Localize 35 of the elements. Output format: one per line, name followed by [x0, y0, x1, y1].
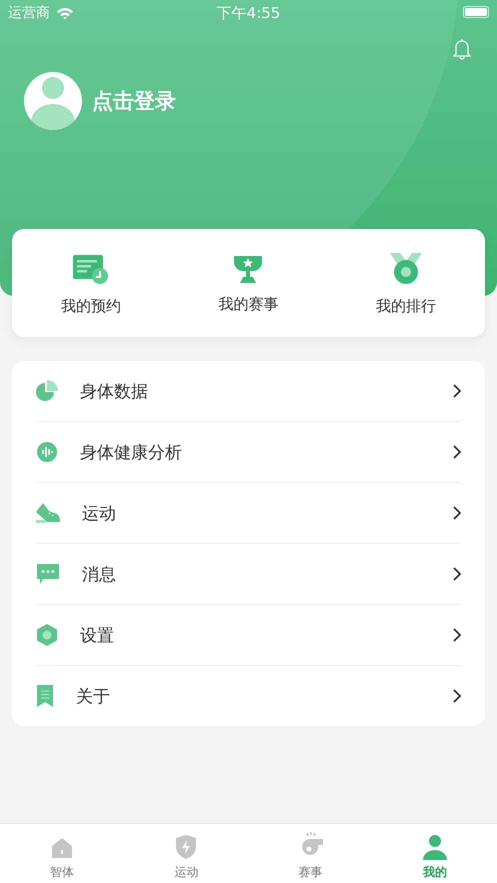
clock-time: 下午4:55 — [216, 4, 280, 22]
trophy-icon — [233, 253, 264, 283]
menu-item-label[interactable]: 运动 — [82, 502, 431, 524]
tab-label[interactable]: 赛事 — [298, 864, 323, 881]
shortcut-label[interactable]: 我的赛事 — [218, 295, 278, 314]
battery-icon — [463, 6, 489, 18]
wifi-icon — [56, 6, 74, 20]
hexagon-icon — [36, 623, 58, 647]
schedule-icon — [72, 253, 109, 285]
shortcut-label[interactable]: 我的预约 — [60, 297, 121, 316]
menu-item-label[interactable]: 设置 — [80, 624, 431, 646]
sound-wave-icon — [36, 441, 58, 463]
user-icon — [422, 834, 448, 860]
notification-bell-icon[interactable] — [453, 38, 471, 60]
chevron-right-icon — [453, 384, 461, 398]
home-icon — [50, 836, 74, 860]
shortcut-label[interactable]: 我的排行 — [376, 297, 436, 316]
shoe-icon — [36, 502, 60, 524]
shield-icon — [175, 834, 198, 860]
chat-bubble-icon — [36, 563, 60, 585]
tab-label[interactable]: 运动 — [174, 864, 198, 881]
carrier-label: 运营商 — [8, 4, 50, 22]
chevron-right-icon — [453, 567, 461, 581]
menu-item-label[interactable]: 关于 — [76, 684, 431, 708]
medal-icon — [390, 253, 422, 285]
chevron-right-icon — [453, 628, 461, 642]
menu-item-label[interactable]: 身体数据 — [80, 380, 431, 402]
bookmark-icon — [36, 684, 54, 708]
menu-item-label[interactable]: 身体健康分析 — [80, 440, 431, 464]
chevron-right-icon — [453, 689, 461, 703]
tab-label[interactable]: 智体 — [50, 864, 74, 881]
chevron-right-icon — [453, 506, 461, 520]
menu-item-label[interactable]: 消息 — [82, 562, 431, 586]
pie-chart-icon — [36, 380, 58, 402]
chevron-right-icon — [453, 445, 461, 459]
